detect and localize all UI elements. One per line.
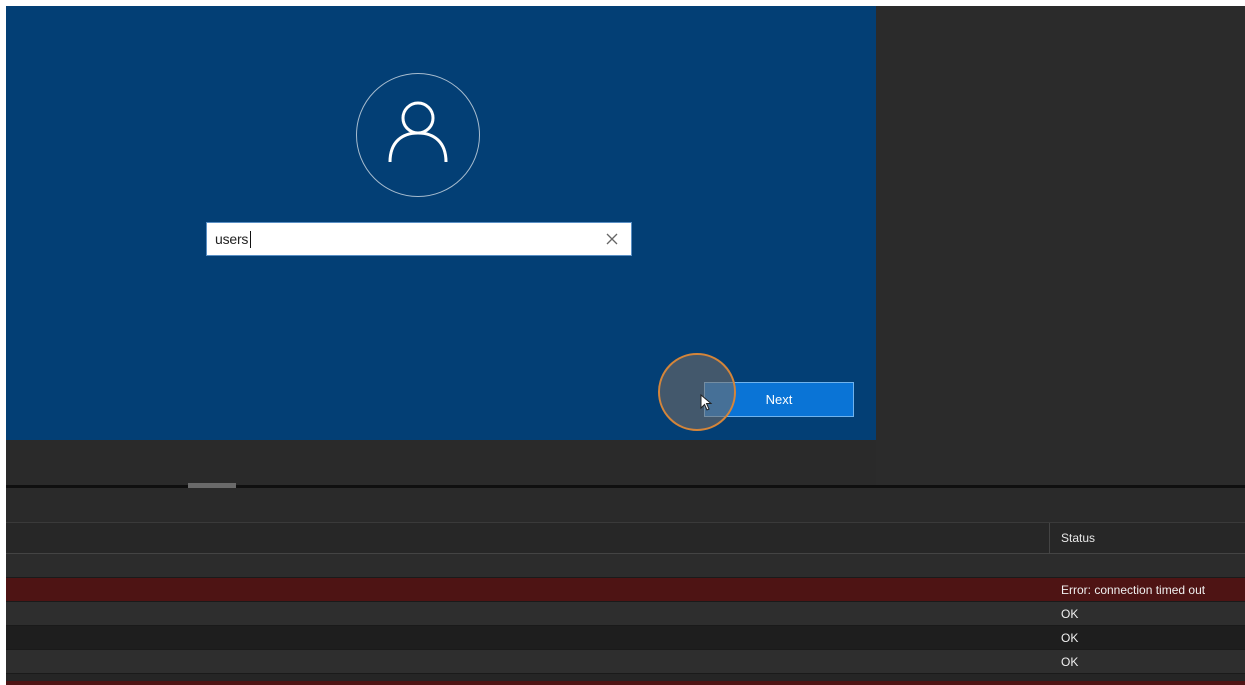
table-row[interactable]: OK	[6, 602, 1245, 626]
table-row[interactable]: Error: connection timed out	[6, 578, 1245, 602]
status-cell: OK	[1061, 655, 1079, 669]
close-icon[interactable]	[603, 230, 621, 248]
status-cell: Error: connection timed out	[1061, 583, 1206, 597]
status-cell: OK	[1061, 607, 1079, 621]
side-panel	[876, 6, 1245, 485]
table-row[interactable]: OK	[6, 626, 1245, 650]
click-indicator	[658, 353, 736, 431]
status-cell: OK	[1061, 631, 1079, 645]
status-column-header[interactable]: Status	[1061, 531, 1095, 545]
username-input[interactable]: users	[206, 222, 632, 256]
log-toolbar	[6, 488, 1245, 523]
user-icon	[388, 101, 448, 163]
vm-footer	[6, 440, 876, 485]
log-rows: Error: connection timed out OK OK OK	[6, 554, 1245, 674]
table-row[interactable]: OK	[6, 650, 1245, 674]
username-value: users	[215, 231, 249, 247]
log-panel: Status Error: connection timed out OK OK…	[6, 488, 1245, 685]
vm-screen[interactable]: users Next	[6, 6, 876, 440]
mouse-pointer-icon	[700, 393, 714, 417]
table-row[interactable]	[6, 554, 1245, 578]
error-row-partial	[6, 681, 1245, 685]
table-header: Status	[6, 523, 1245, 554]
column-divider[interactable]	[1049, 523, 1050, 553]
user-avatar	[356, 73, 480, 197]
text-caret	[250, 231, 251, 248]
